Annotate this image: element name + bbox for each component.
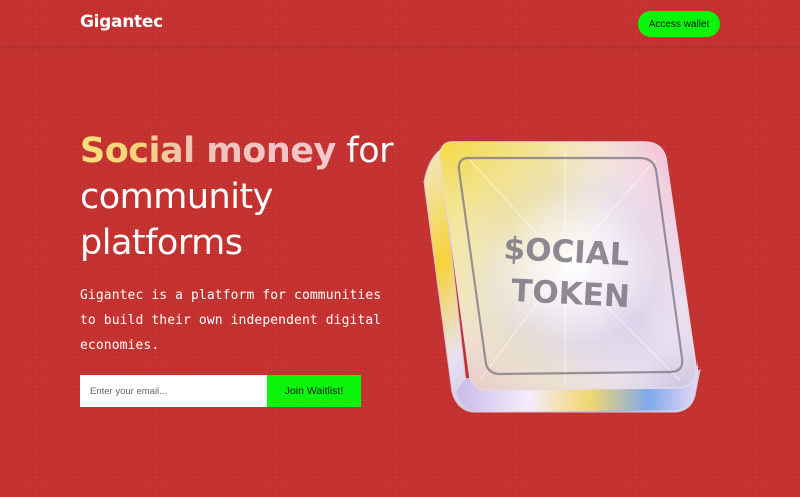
token-label-line1: $OCIAL [503, 231, 631, 274]
token-bottom-edge [456, 360, 698, 412]
join-waitlist-button[interactable]: Join Waitlist! [267, 375, 361, 407]
top-nav: Gigantec Access wallet [0, 0, 800, 47]
token-face [439, 141, 697, 391]
token-side [423, 149, 701, 413]
brand-logo[interactable]: Gigantec [80, 12, 163, 32]
token-label-line2: TOKEN [510, 273, 630, 315]
token-inner-border [457, 156, 684, 376]
access-wallet-button[interactable]: Access wallet [638, 11, 720, 37]
hero-description: Gigantec is a platform for communities t… [80, 288, 382, 353]
email-input[interactable] [80, 375, 267, 407]
hero-headline: Social money for community platforms [80, 128, 420, 266]
headline-highlight: Social money [80, 131, 336, 171]
